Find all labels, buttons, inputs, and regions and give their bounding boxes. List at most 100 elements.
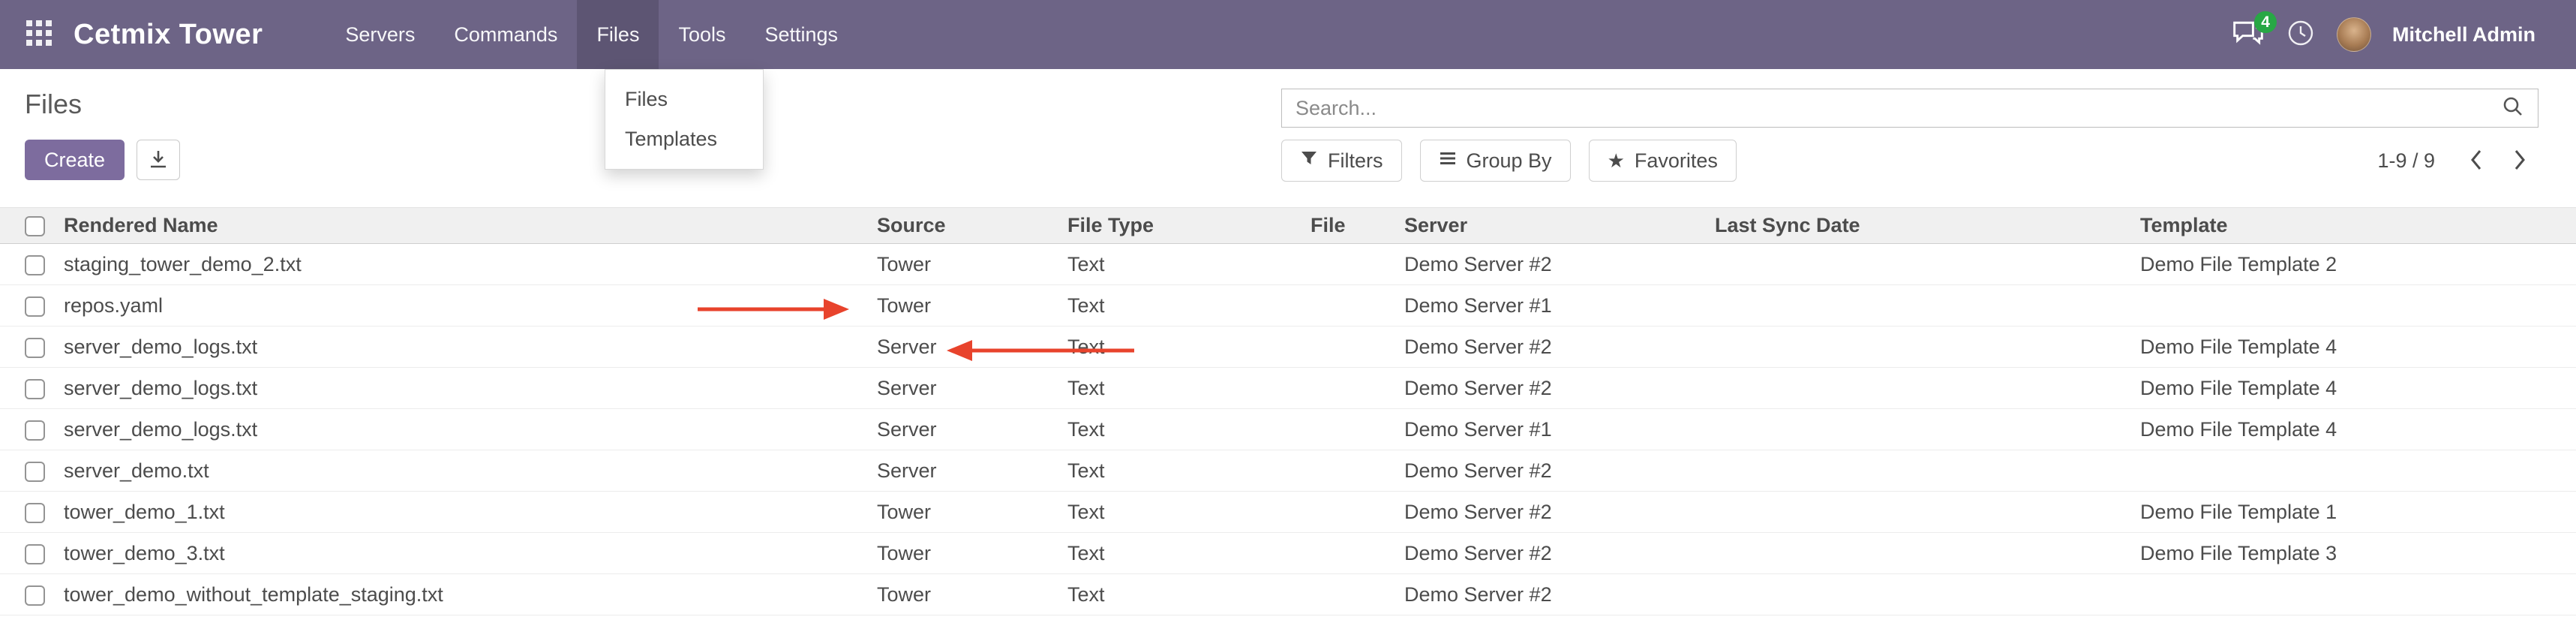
nav-item-tools[interactable]: Tools: [659, 0, 745, 69]
files-table-body: staging_tower_demo_2.txt Tower Text Demo…: [0, 244, 2576, 615]
messages-count-badge: 4: [2254, 11, 2277, 33]
messages-button[interactable]: 4: [2232, 19, 2265, 51]
cell-rendered-name: server_demo_logs.txt: [53, 368, 866, 409]
row-checkbox[interactable]: [25, 420, 45, 441]
cell-file-type: Text: [1056, 368, 1299, 409]
cell-file: [1299, 327, 1393, 368]
cell-template: Demo File Template 1: [2129, 492, 2576, 533]
column-header-file[interactable]: File: [1299, 208, 1393, 244]
row-checkbox[interactable]: [25, 338, 45, 358]
column-header-template[interactable]: Template: [2129, 208, 2576, 244]
column-header-file-type[interactable]: File Type: [1056, 208, 1299, 244]
cell-server: Demo Server #2: [1393, 368, 1704, 409]
page-title: Files: [25, 89, 180, 120]
cell-last-sync-date: [1704, 327, 2129, 368]
pager-range[interactable]: 1-9 / 9: [2377, 149, 2435, 173]
row-select-cell: [0, 327, 53, 368]
group-by-button[interactable]: Group By: [1420, 140, 1571, 182]
pager-previous-button[interactable]: [2457, 144, 2495, 178]
cell-file: [1299, 450, 1393, 492]
select-all-checkbox[interactable]: [25, 216, 45, 236]
cell-file-type: Text: [1056, 285, 1299, 327]
table-row[interactable]: server_demo_logs.txt Server Text Demo Se…: [0, 409, 2576, 450]
row-checkbox[interactable]: [25, 255, 45, 275]
top-navbar: Cetmix Tower Servers Commands Files Tool…: [0, 0, 2576, 69]
cell-template: Demo File Template 2: [2129, 244, 2576, 285]
app-brand[interactable]: Cetmix Tower: [74, 0, 263, 69]
filters-button[interactable]: Filters: [1281, 140, 1402, 182]
dropdown-item-templates[interactable]: Templates: [605, 119, 763, 159]
control-panel: Files Create: [0, 69, 2576, 207]
nav-item-commands[interactable]: Commands: [434, 0, 577, 69]
cell-server: Demo Server #2: [1393, 244, 1704, 285]
cell-source: Tower: [866, 492, 1056, 533]
table-row[interactable]: server_demo_logs.txt Server Text Demo Se…: [0, 327, 2576, 368]
cell-template: [2129, 450, 2576, 492]
search-icon[interactable]: [2502, 95, 2524, 122]
search-input[interactable]: [1296, 97, 2502, 120]
table-row[interactable]: tower_demo_without_template_staging.txt …: [0, 574, 2576, 615]
dropdown-item-files[interactable]: Files: [605, 80, 763, 119]
cell-server: Demo Server #1: [1393, 409, 1704, 450]
cell-template: Demo File Template 3: [2129, 533, 2576, 574]
table-header: Rendered Name Source File Type File Serv…: [0, 208, 2576, 244]
cell-last-sync-date: [1704, 285, 2129, 327]
main-menu: Servers Commands Files Tools Settings: [326, 0, 857, 69]
download-icon: [148, 149, 169, 172]
cell-source: Tower: [866, 533, 1056, 574]
pager-next-button[interactable]: [2501, 144, 2538, 178]
row-select-cell: [0, 409, 53, 450]
favorites-button[interactable]: ★ Favorites: [1589, 140, 1737, 182]
cell-rendered-name: tower_demo_1.txt: [53, 492, 866, 533]
row-select-cell: [0, 368, 53, 409]
table-row[interactable]: tower_demo_1.txt Tower Text Demo Server …: [0, 492, 2576, 533]
table-row[interactable]: server_demo_logs.txt Server Text Demo Se…: [0, 368, 2576, 409]
cell-file: [1299, 244, 1393, 285]
action-buttons: Create: [25, 140, 180, 180]
navbar-right: 4 Mitchell Admin: [2232, 0, 2576, 69]
table-row[interactable]: server_demo.txt Server Text Demo Server …: [0, 450, 2576, 492]
cell-server: Demo Server #2: [1393, 533, 1704, 574]
cell-file-type: Text: [1056, 327, 1299, 368]
cell-last-sync-date: [1704, 409, 2129, 450]
nav-item-servers[interactable]: Servers: [326, 0, 434, 69]
row-checkbox[interactable]: [25, 296, 45, 317]
pager: 1-9 / 9: [2377, 144, 2538, 178]
row-checkbox[interactable]: [25, 585, 45, 606]
activities-button[interactable]: [2286, 18, 2316, 52]
cell-last-sync-date: [1704, 244, 2129, 285]
row-checkbox[interactable]: [25, 462, 45, 482]
user-avatar[interactable]: [2337, 17, 2371, 52]
cell-source: Tower: [866, 574, 1056, 615]
cell-file: [1299, 368, 1393, 409]
cell-rendered-name: tower_demo_without_template_staging.txt: [53, 574, 866, 615]
column-header-source[interactable]: Source: [866, 208, 1056, 244]
row-checkbox[interactable]: [25, 544, 45, 564]
files-table: Rendered Name Source File Type File Serv…: [0, 207, 2576, 615]
column-header-server[interactable]: Server: [1393, 208, 1704, 244]
row-checkbox[interactable]: [25, 379, 45, 399]
cell-source: Server: [866, 327, 1056, 368]
nav-item-settings[interactable]: Settings: [745, 0, 857, 69]
cell-server: Demo Server #1: [1393, 285, 1704, 327]
table-row[interactable]: tower_demo_3.txt Tower Text Demo Server …: [0, 533, 2576, 574]
table-row[interactable]: staging_tower_demo_2.txt Tower Text Demo…: [0, 244, 2576, 285]
column-header-last-sync-date[interactable]: Last Sync Date: [1704, 208, 2129, 244]
row-select-cell: [0, 285, 53, 327]
filters-label: Filters: [1328, 149, 1383, 173]
export-button[interactable]: [137, 140, 180, 180]
apps-menu-button[interactable]: [17, 0, 62, 69]
cell-file: [1299, 285, 1393, 327]
cell-rendered-name: repos.yaml: [53, 285, 866, 327]
group-by-icon: [1439, 149, 1457, 173]
table-row[interactable]: repos.yaml Tower Text Demo Server #1: [0, 285, 2576, 327]
user-menu[interactable]: Mitchell Admin: [2392, 23, 2535, 47]
row-checkbox[interactable]: [25, 503, 45, 523]
column-header-rendered-name[interactable]: Rendered Name: [53, 208, 866, 244]
clock-icon: [2286, 18, 2316, 52]
nav-item-files[interactable]: Files: [577, 0, 659, 69]
control-panel-right: Filters Group By ★ Favorites 1-9 / 9: [1281, 89, 2538, 207]
create-button[interactable]: Create: [25, 140, 125, 180]
filter-row: Filters Group By ★ Favorites 1-9 / 9: [1281, 140, 2538, 182]
row-select-cell: [0, 574, 53, 615]
